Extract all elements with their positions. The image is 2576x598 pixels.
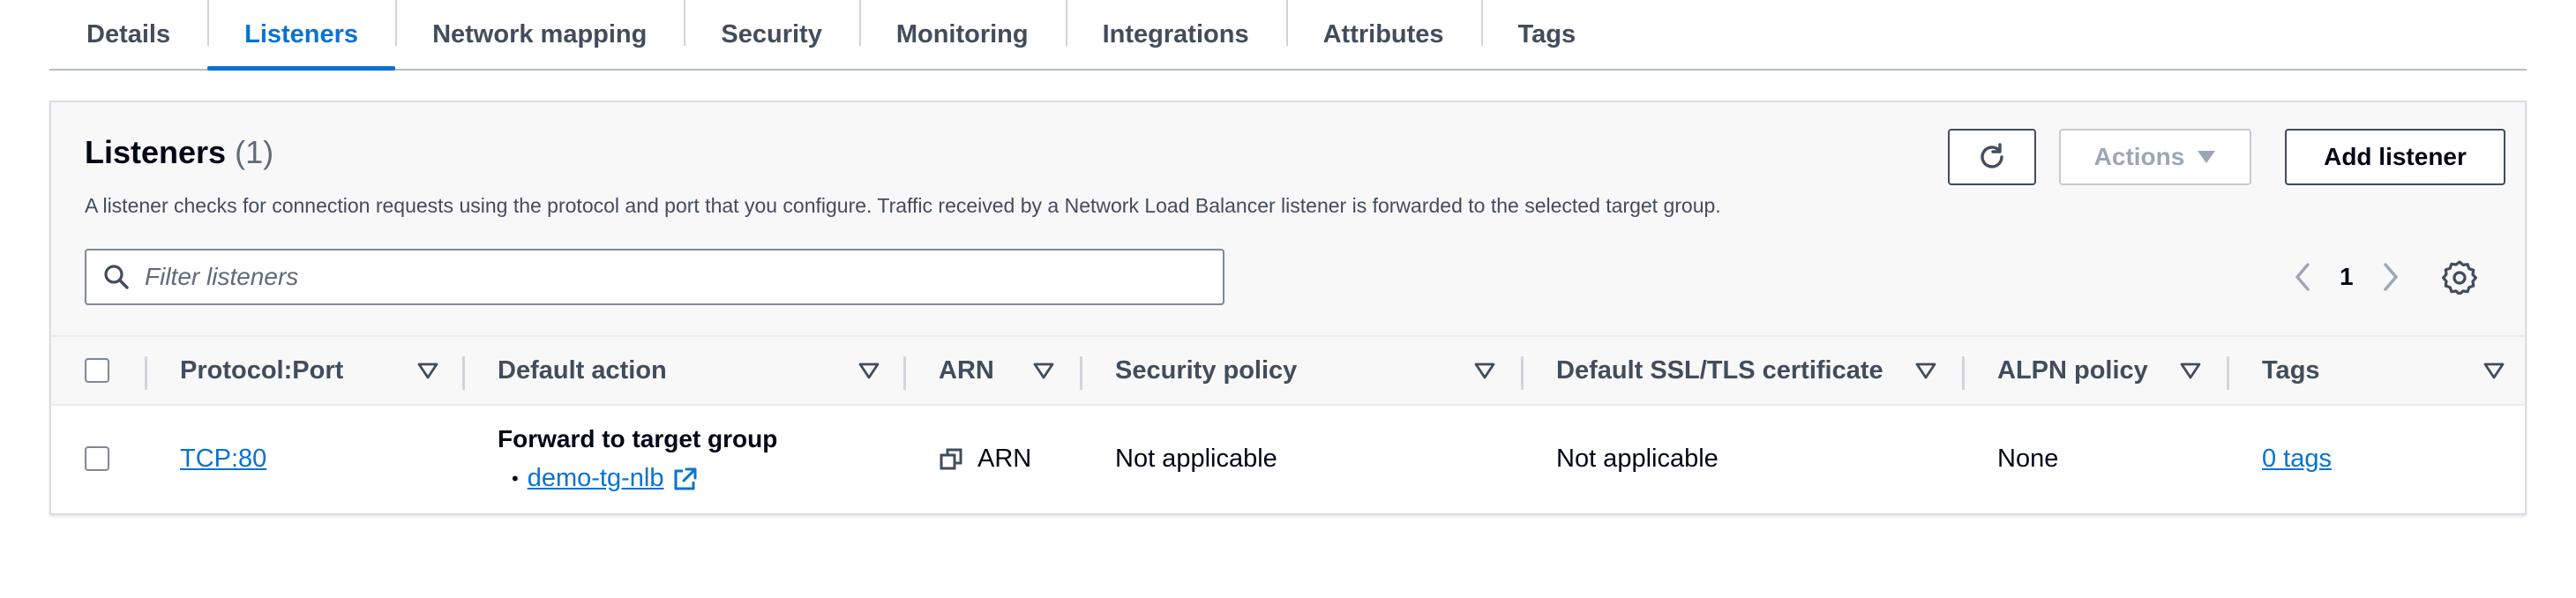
sort-icon[interactable] (1032, 356, 1055, 383)
listeners-container: Listeners (1) A listener checks for conn… (49, 101, 2527, 515)
alpn-policy-value: None (1997, 445, 2059, 473)
sort-icon[interactable] (2482, 356, 2505, 383)
sort-icon[interactable] (416, 356, 439, 383)
table-row: TCP:80 Forward to target group • demo-tg… (51, 406, 2525, 513)
column-header-protocol-port[interactable]: Protocol:Port (180, 337, 343, 404)
column-header-arn[interactable]: ARN (939, 337, 994, 404)
tab-listeners[interactable]: Listeners (207, 0, 396, 71)
previous-page-icon[interactable] (2292, 261, 2313, 293)
add-listener-button[interactable]: Add listener (2285, 129, 2505, 185)
column-divider (1521, 356, 1524, 390)
tab-monitoring[interactable]: Monitoring (858, 0, 1066, 69)
column-divider (1080, 356, 1082, 390)
pagination: 1 (2292, 254, 2401, 300)
tab-details[interactable]: Details (49, 0, 207, 69)
caret-down-icon (2198, 151, 2216, 163)
search-icon (104, 265, 129, 289)
copy-icon[interactable] (939, 446, 965, 473)
actions-button[interactable]: Actions (2059, 129, 2251, 185)
column-header-security-policy[interactable]: Security policy (1115, 337, 1297, 404)
target-group-link[interactable]: demo-tg-nlb (528, 464, 664, 493)
container-title: Listeners (85, 134, 227, 170)
column-divider (1962, 356, 1965, 390)
tab-integrations[interactable]: Integrations (1065, 0, 1286, 69)
default-action-title: Forward to target group (498, 425, 778, 452)
container-header: Listeners (1) A listener checks for conn… (51, 102, 2525, 335)
column-divider (903, 356, 906, 390)
filter-box (85, 249, 1224, 305)
filter-listeners-input[interactable] (143, 262, 1184, 292)
arn-cell: ARN (939, 445, 1031, 474)
tab-bar: Details Listeners Network mapping Securi… (49, 0, 2527, 71)
container-title-row: Listeners (1) (85, 134, 273, 171)
listener-protocol-port-link[interactable]: TCP:80 (180, 445, 266, 474)
actions-button-label: Actions (2093, 143, 2185, 170)
column-header-tags[interactable]: Tags (2262, 337, 2320, 404)
external-link-icon[interactable] (672, 466, 699, 492)
ssl-certificate-value: Not applicable (1556, 445, 1719, 473)
container-description: A listener checks for connection request… (85, 194, 1721, 217)
sort-icon[interactable] (857, 356, 880, 383)
security-policy-value: Not applicable (1115, 445, 1277, 473)
select-all-checkbox[interactable] (85, 358, 109, 383)
arn-label: ARN (977, 445, 1032, 473)
column-header-default-action[interactable]: Default action (498, 337, 667, 404)
tags-link[interactable]: 0 tags (2262, 445, 2332, 474)
target-group-list-item: • demo-tg-nlb (512, 464, 699, 493)
column-divider (145, 356, 147, 390)
listener-count: (1) (235, 134, 274, 170)
bullet: • (512, 467, 519, 490)
sort-icon[interactable] (2179, 356, 2202, 383)
tab-attributes[interactable]: Attributes (1285, 0, 1481, 69)
tab-security[interactable]: Security (684, 0, 858, 69)
current-page-number[interactable]: 1 (2340, 263, 2354, 291)
column-header-alpn-policy[interactable]: ALPN policy (1997, 337, 2148, 404)
tab-network-mapping[interactable]: Network mapping (395, 0, 684, 69)
column-divider (462, 356, 465, 390)
sort-icon[interactable] (1914, 356, 1937, 383)
refresh-icon (1981, 143, 2003, 168)
gear-icon[interactable] (2442, 259, 2477, 295)
row-select-checkbox[interactable] (85, 446, 109, 471)
next-page-icon[interactable] (2380, 261, 2401, 293)
table-header: Protocol:Port Default action ARN Securit… (51, 335, 2525, 406)
column-header-ssl-certificate[interactable]: Default SSL/TLS certificate (1556, 337, 1883, 404)
refresh-button[interactable] (1948, 129, 2036, 185)
tab-tags[interactable]: Tags (1480, 0, 1614, 69)
sort-icon[interactable] (1473, 356, 1496, 383)
column-divider (2227, 356, 2229, 390)
